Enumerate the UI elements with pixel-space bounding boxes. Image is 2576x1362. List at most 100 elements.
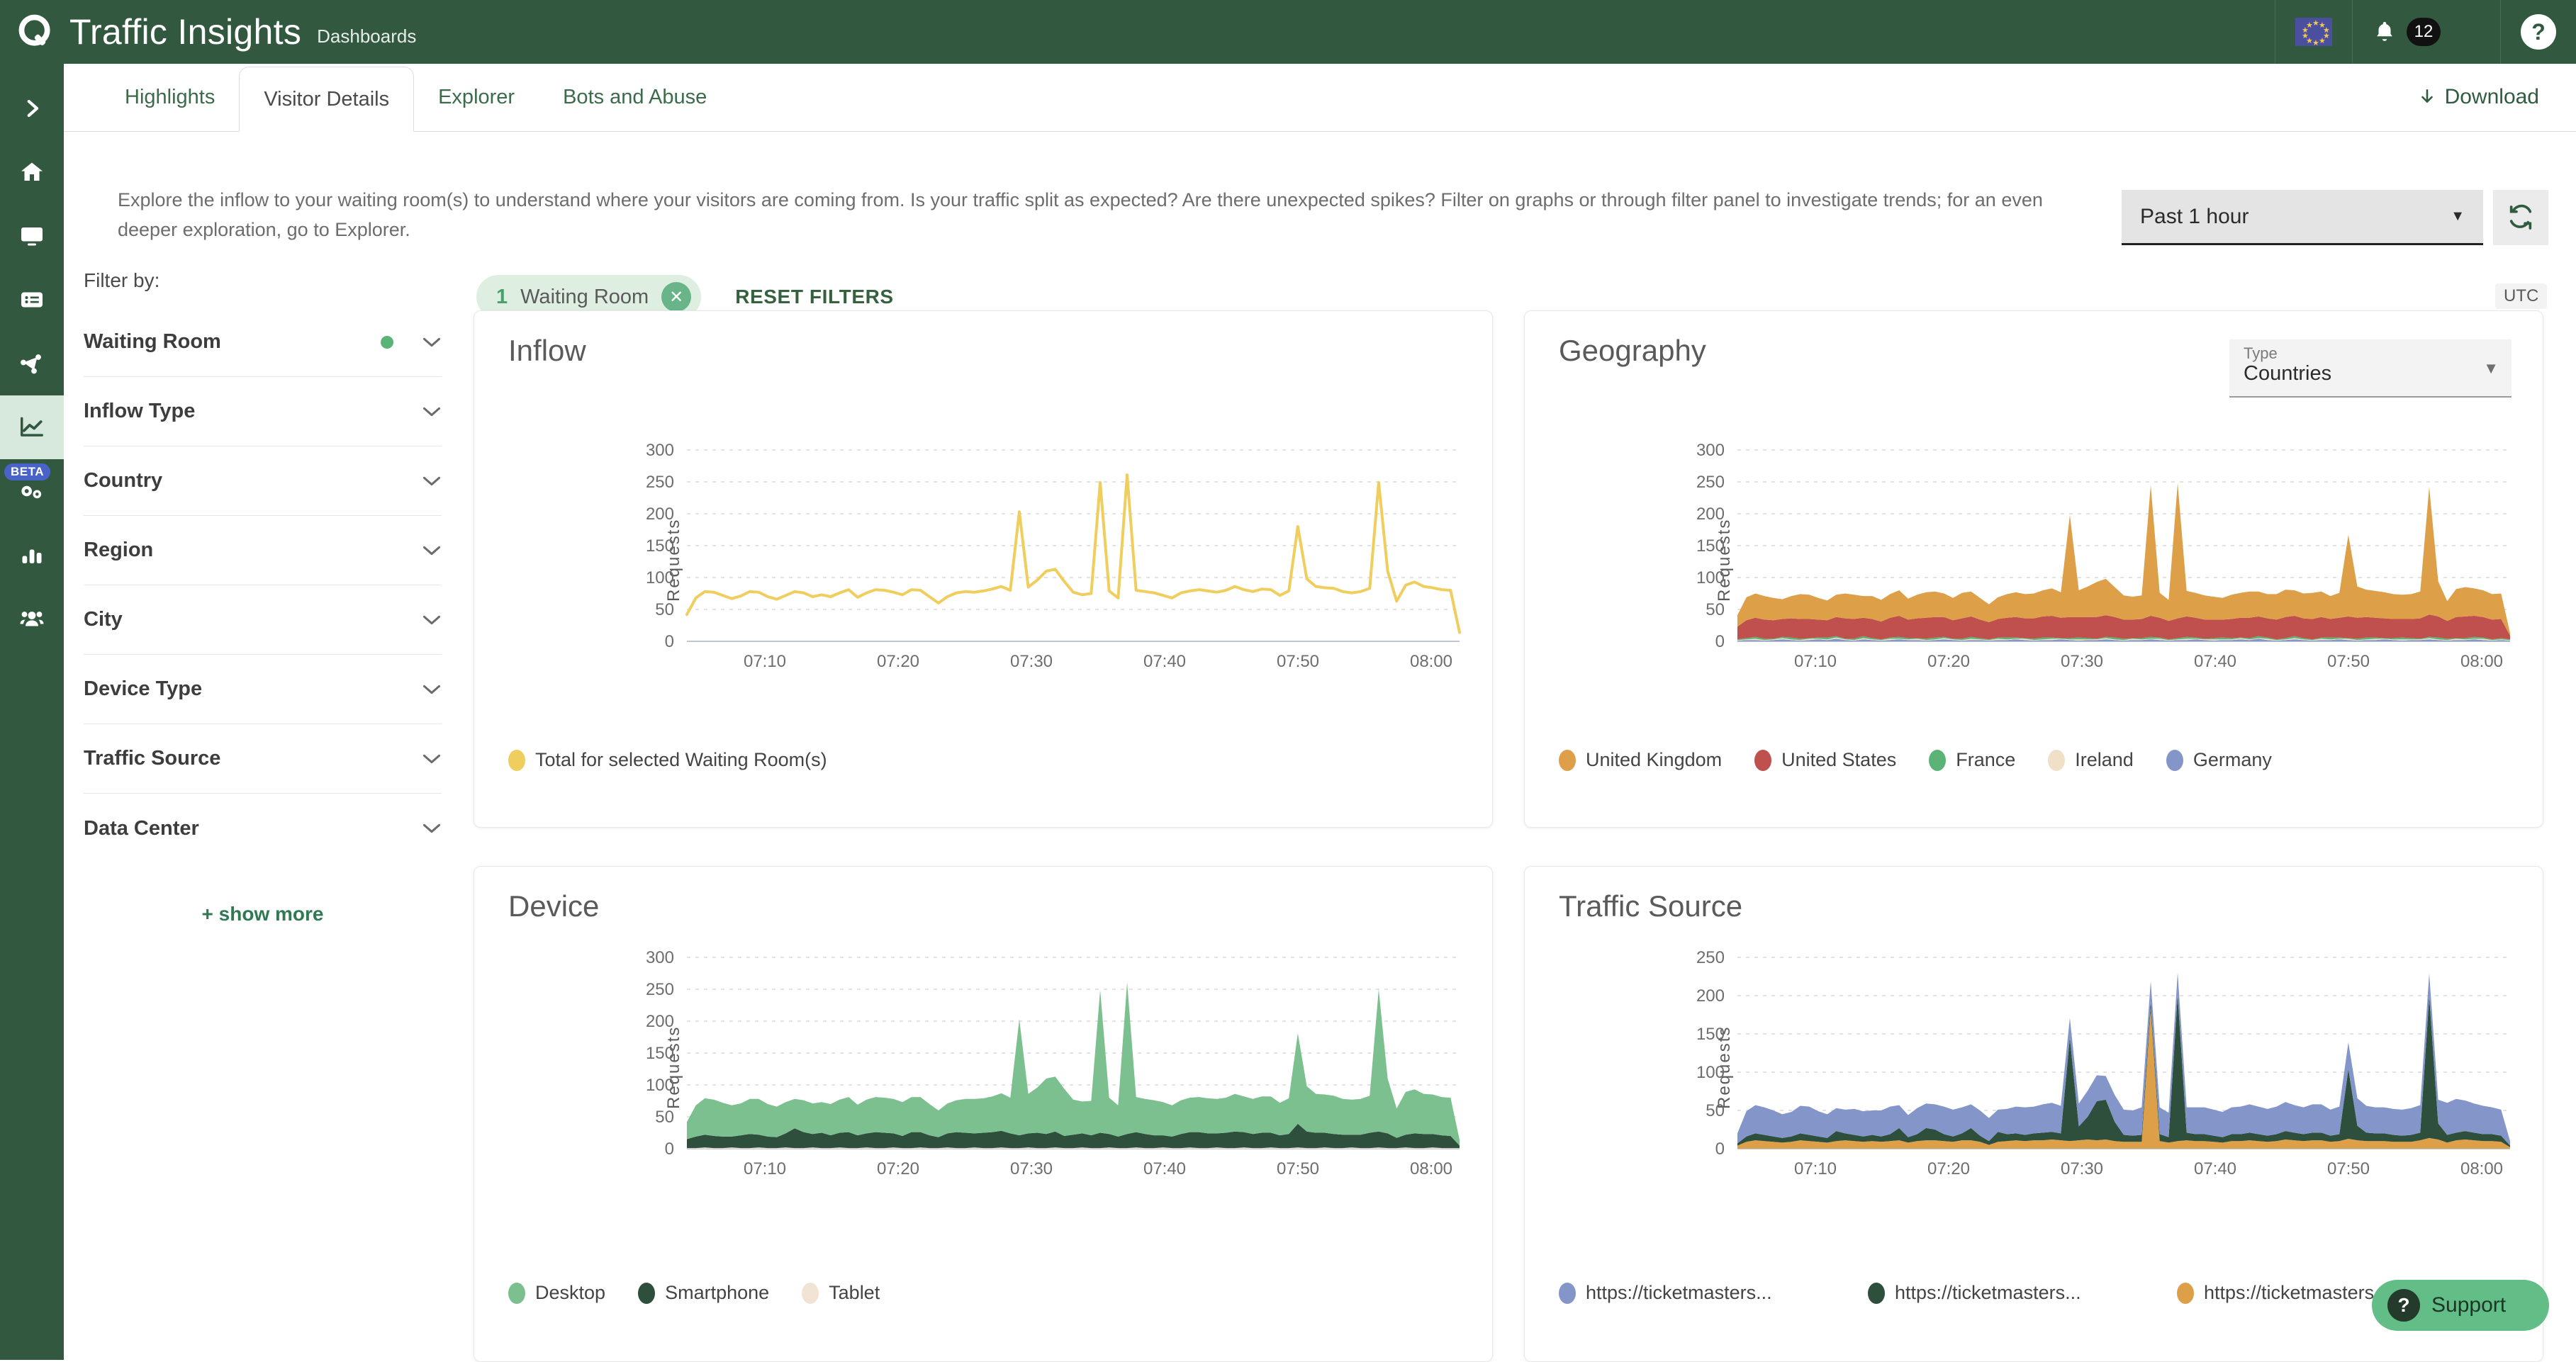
filter-waiting-room[interactable]: Waiting Room [84,308,442,377]
legend-label: Desktop [535,1282,606,1303]
legend-item[interactable]: Smartphone [638,1282,769,1304]
svg-text:07:20: 07:20 [1927,652,1970,671]
legend-item[interactable]: Desktop [508,1282,605,1304]
sidebar-item-monitoring[interactable] [0,204,64,268]
reset-filters-button[interactable]: RESET FILTERS [735,286,894,308]
legend-item[interactable]: Total for selected Waiting Room(s) [508,749,827,771]
chevron-down-icon [422,400,442,423]
app-logo-icon[interactable] [14,10,58,54]
refresh-button[interactable] [2493,190,2548,245]
legend-item[interactable]: https://ticketmasters... [1868,1282,2144,1304]
tab-explorer[interactable]: Explorer [414,63,539,131]
app-subtitle: Dashboards [317,25,417,47]
sidebar-item-automation[interactable]: BETA [0,459,64,523]
tab-highlights[interactable]: Highlights [101,63,239,131]
users-icon [20,612,44,626]
sidebar-item-analytics[interactable] [0,395,64,459]
filter-city[interactable]: City [84,585,442,655]
bar-chart-icon [22,549,42,563]
legend-swatch-icon [1929,749,1947,771]
inflow-legend: Total for selected Waiting Room(s) [508,749,827,771]
legend-label: France [1956,749,2016,770]
notifications-button[interactable]: 12 [2352,0,2460,64]
card-title: Device [508,889,600,923]
help-button[interactable]: ? [2500,0,2576,64]
device-legend: Desktop Smartphone Tablet [508,1282,880,1304]
legend-item[interactable]: Germany [2166,749,2272,771]
time-range-select[interactable]: Past 1 hour ▼ [2122,190,2483,245]
legend-item[interactable]: Tablet [802,1282,880,1304]
svg-text:07:20: 07:20 [877,652,919,671]
legend-item[interactable]: United Kingdom [1559,749,1722,771]
tab-visitor-details[interactable]: Visitor Details [239,67,415,132]
svg-text:200: 200 [646,505,674,524]
time-range-value: Past 1 hour [2140,204,2249,228]
close-icon[interactable]: ✕ [661,282,692,312]
svg-text:200: 200 [1696,986,1725,1006]
filter-traffic-source[interactable]: Traffic Source [84,724,442,794]
svg-text:07:10: 07:10 [1794,1159,1837,1178]
question-mark-icon: ? [2387,1289,2420,1322]
support-button[interactable]: ? Support [2372,1280,2549,1331]
svg-text:07:40: 07:40 [2194,652,2236,671]
monitor-icon [21,227,43,246]
svg-text:07:50: 07:50 [1277,652,1319,671]
filter-region[interactable]: Region [84,516,442,585]
legend-item[interactable]: https://ticketmasters... [1559,1282,1835,1304]
type-select-label: Type [2244,344,2278,362]
svg-text:250: 250 [646,980,674,999]
legend-item[interactable]: United States [1754,749,1896,771]
sidebar-item-home[interactable] [0,140,64,204]
svg-text:50: 50 [655,1108,674,1127]
filter-panel-title: Filter by: [84,269,160,291]
inflow-chart-card: Inflow Requests 0 50 100 150 200 250 300 07:10 0… [474,310,1493,828]
tab-bots-and-abuse[interactable]: Bots and Abuse [539,63,731,131]
chevron-down-icon [422,331,442,354]
svg-text:150: 150 [646,536,674,556]
region-selector[interactable]: ★ ★ ★ ★ ★ ★ ★ ★ ★ ★ [2275,0,2352,64]
svg-text:150: 150 [646,1044,674,1063]
svg-text:250: 250 [646,473,674,492]
svg-text:200: 200 [1696,505,1725,524]
svg-text:200: 200 [646,1012,674,1031]
sidebar-item-network[interactable] [0,332,64,395]
left-nav-rail: BETA [0,64,64,1360]
legend-label: United States [1781,749,1897,770]
filter-country[interactable]: Country [84,446,442,516]
legend-swatch-icon [802,1282,819,1304]
list-icon [21,292,43,308]
refresh-icon [2509,204,2532,230]
question-mark-icon: ? [2521,14,2556,50]
chevron-down-icon [422,539,442,562]
geography-type-select[interactable]: Type Countries ▼ [2229,339,2511,398]
geography-plot[interactable]: 0 50 100 150 200 250 300 07:10 07:20 07:30 07:40 07… [1696,441,2510,671]
download-button[interactable]: Download [2418,63,2539,131]
tab-label: Highlights [125,85,215,108]
legend-item[interactable]: Ireland [2048,749,2134,771]
sidebar-item-reports[interactable] [0,523,64,587]
beta-badge: BETA [4,463,51,480]
legend-item[interactable]: https://ticketmasters... [2177,1282,2390,1304]
legend-swatch-icon [1868,1282,1885,1304]
filter-data-center[interactable]: Data Center [84,794,442,863]
show-more-filters-link[interactable]: + show more [84,903,442,925]
sidebar-item-users[interactable] [0,587,64,651]
svg-text:0: 0 [1715,632,1725,651]
download-label: Download [2444,85,2539,108]
expand-rail-button[interactable] [0,77,64,140]
sidebar-item-lists[interactable] [0,268,64,332]
filter-label: Device Type [84,677,203,700]
traffic-source-plot[interactable]: 0 50 100 150 200 250 07:10 07:20 07:30 07:40 07:50… [1696,948,2510,1178]
svg-text:07:50: 07:50 [2327,652,2370,671]
support-label: Support [2431,1293,2507,1317]
legend-swatch-icon [2166,749,2183,771]
eu-flag-icon: ★ ★ ★ ★ ★ ★ ★ ★ ★ ★ [2295,18,2332,47]
inflow-plot[interactable]: 0 50 100 150 200 250 300 07:10 07:20 07:30 07:40 07… [646,441,1461,671]
device-plot[interactable]: 0 50 100 150 200 250 300 07:10 07:20 07:30 07:40 07… [646,948,1460,1178]
filter-inflow-type[interactable]: Inflow Type [84,377,442,446]
y-axis-title: Requests [664,1025,683,1109]
legend-item[interactable]: France [1929,749,2015,771]
filter-device-type[interactable]: Device Type [84,655,442,724]
filter-label: Region [84,539,154,561]
svg-text:08:00: 08:00 [1410,1159,1452,1178]
